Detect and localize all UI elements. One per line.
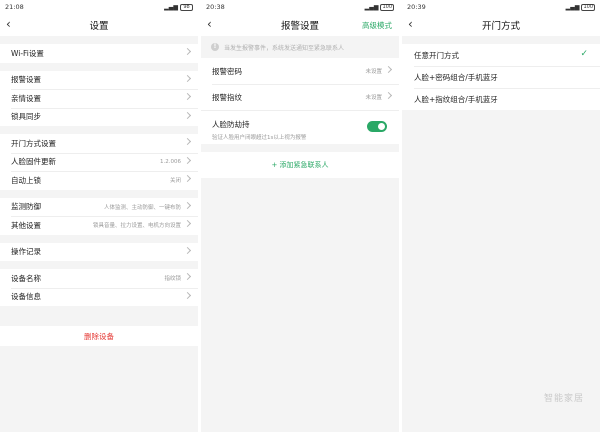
row-label: 人脸防劫持: [212, 120, 250, 129]
row-label: 其他设置: [11, 220, 41, 230]
chevron-right-icon: [183, 111, 192, 119]
status-bar: 20:38 ▂▄▆ 100: [201, 0, 399, 14]
row-value: 锁具音量、拉力设置、电机方向设置: [92, 223, 181, 230]
page-title: 报警设置: [280, 21, 319, 32]
alarm-row-password[interactable]: 报警密码 未设置: [201, 58, 399, 84]
row-label: 自动上锁: [11, 175, 41, 185]
chevron-right-icon: [183, 137, 192, 146]
advanced-mode-link[interactable]: 高级模式: [362, 20, 392, 31]
status-icons: ▂▄▆ 100: [565, 3, 595, 11]
face-anti-hijack-toggle[interactable]: [367, 121, 387, 132]
add-emergency-contact-button[interactable]: + 添加紧急联系人: [201, 152, 399, 178]
row-label: 设备名称: [11, 273, 41, 283]
chevron-right-icon: [384, 65, 393, 74]
row-label: 监测防御: [11, 202, 41, 212]
row-value: 人体监测、主动防御、一键布防: [103, 204, 181, 211]
unlock-option-face-fingerprint[interactable]: 人脸+指纹组合/手机蓝牙: [402, 88, 600, 110]
status-icons: ▂▄▆ 98: [164, 3, 193, 11]
page-title: 设置: [89, 21, 109, 32]
alarm-settings-screen: 20:38 ▂▄▆ 100 ‹ 报警设置 高级模式 ! 当发生报警事件，系统发送…: [201, 0, 399, 432]
settings-row-other[interactable]: 其他设置 锁具音量、拉力设置、电机方向设置: [0, 216, 198, 235]
title-bar: ‹ 设置: [0, 14, 198, 36]
page-title: 开门方式: [481, 21, 520, 32]
settings-screen: 21:08 ▂▄▆ 98 ‹ 设置 Wi-Fi设置 报警设置 亲情设置 锁具同步…: [0, 0, 198, 432]
settings-row-unlock-method[interactable]: 开门方式设置: [0, 134, 198, 153]
status-icons: ▂▄▆ 100: [364, 3, 394, 11]
chevron-right-icon: [183, 74, 192, 82]
settings-row-device-info[interactable]: 设备信息: [0, 287, 198, 306]
row-label: 人脸固件更新: [11, 157, 56, 167]
alarm-notice: ! 当发生报警事件，系统发送通知至紧急联系人: [201, 36, 399, 58]
title-bar: ‹ 开门方式: [402, 14, 600, 36]
unlock-option-face-password[interactable]: 人脸+密码组合/手机蓝牙: [402, 66, 600, 88]
back-arrow-icon[interactable]: ‹: [408, 17, 413, 31]
status-time: 20:39: [407, 3, 426, 11]
chevron-right-icon: [183, 47, 192, 56]
row-value: 指纹锁: [164, 276, 181, 283]
battery-icon: 100: [380, 3, 394, 11]
row-label: 亲情设置: [11, 93, 41, 103]
back-arrow-icon[interactable]: ‹: [207, 17, 212, 31]
chevron-right-icon: [384, 91, 393, 100]
unlock-method-screen: 20:39 ▂▄▆ 100 ‹ 开门方式 任意开门方式 ✓ 人脸+密码组合/手机…: [402, 0, 600, 432]
settings-row-operation-log[interactable]: 操作记录: [0, 242, 198, 261]
status-bar: 20:39 ▂▄▆ 100: [402, 0, 600, 14]
chevron-right-icon: [183, 156, 192, 164]
settings-row-monitoring[interactable]: 监测防御 人体监测、主动防御、一键布防: [0, 197, 198, 216]
signal-icon: ▂▄▆: [565, 3, 580, 11]
alarm-row-fingerprint[interactable]: 报警指纹 未设置: [201, 84, 399, 110]
status-time: 21:08: [5, 3, 24, 11]
row-value: 未设置: [365, 69, 382, 75]
status-time: 20:38: [206, 3, 225, 11]
option-label: 人脸+密码组合/手机蓝牙: [414, 72, 498, 82]
row-value: 未设置: [365, 95, 382, 101]
status-bar: 21:08 ▂▄▆ 98: [0, 0, 198, 14]
back-arrow-icon[interactable]: ‹: [6, 17, 11, 31]
chevron-right-icon: [183, 92, 192, 101]
row-label: 报警设置: [11, 75, 41, 85]
settings-row-face-firmware[interactable]: 人脸固件更新 1.2.006: [0, 152, 198, 171]
battery-icon: 98: [180, 3, 193, 11]
chevron-right-icon: [183, 201, 192, 209]
row-label: 报警密码: [212, 66, 242, 76]
checkmark-icon: ✓: [580, 49, 588, 59]
settings-row-family[interactable]: 亲情设置: [0, 89, 198, 108]
row-label: 操作记录: [11, 247, 41, 257]
option-label: 任意开门方式: [414, 50, 459, 60]
delete-device-button[interactable]: 删除设备: [0, 326, 198, 346]
watermark-logo: 智能家居: [543, 394, 584, 404]
battery-icon: 100: [581, 3, 595, 11]
chevron-right-icon: [183, 291, 192, 299]
option-label: 人脸+指纹组合/手机蓝牙: [414, 94, 498, 104]
face-anti-hijack-row: 人脸防劫持 验证人脸用户闭眼超过1s以上视为报警: [201, 110, 399, 144]
row-label: 开门方式设置: [11, 138, 56, 148]
signal-icon: ▂▄▆: [164, 3, 178, 11]
signal-icon: ▂▄▆: [364, 3, 379, 11]
toggle-knob: [378, 123, 385, 130]
settings-row-device-name[interactable]: 设备名称 指纹锁: [0, 269, 198, 288]
info-icon: !: [211, 43, 219, 51]
row-subtitle: 验证人脸用户闭眼超过1s以上视为报警: [212, 135, 307, 141]
settings-row-auto-lock[interactable]: 自动上锁 关闭: [0, 171, 198, 190]
row-value: 关闭: [169, 178, 181, 185]
row-value: 1.2.006: [160, 158, 181, 165]
row-label: 锁具同步: [11, 112, 41, 122]
settings-row-alarm[interactable]: 报警设置: [0, 70, 198, 89]
chevron-right-icon: [183, 174, 192, 183]
chevron-right-icon: [183, 219, 192, 228]
unlock-option-any[interactable]: 任意开门方式 ✓: [402, 44, 600, 66]
row-label: 设备信息: [11, 292, 41, 302]
row-label: Wi-Fi设置: [11, 48, 44, 58]
chevron-right-icon: [183, 246, 192, 254]
notice-text: 当发生报警事件，系统发送通知至紧急联系人: [224, 44, 345, 52]
chevron-right-icon: [183, 272, 192, 281]
title-bar: ‹ 报警设置 高级模式: [201, 14, 399, 36]
row-label: 报警指纹: [212, 92, 242, 102]
settings-row-wifi[interactable]: Wi-Fi设置: [0, 44, 198, 63]
settings-row-lock-sync[interactable]: 锁具同步: [0, 107, 198, 126]
